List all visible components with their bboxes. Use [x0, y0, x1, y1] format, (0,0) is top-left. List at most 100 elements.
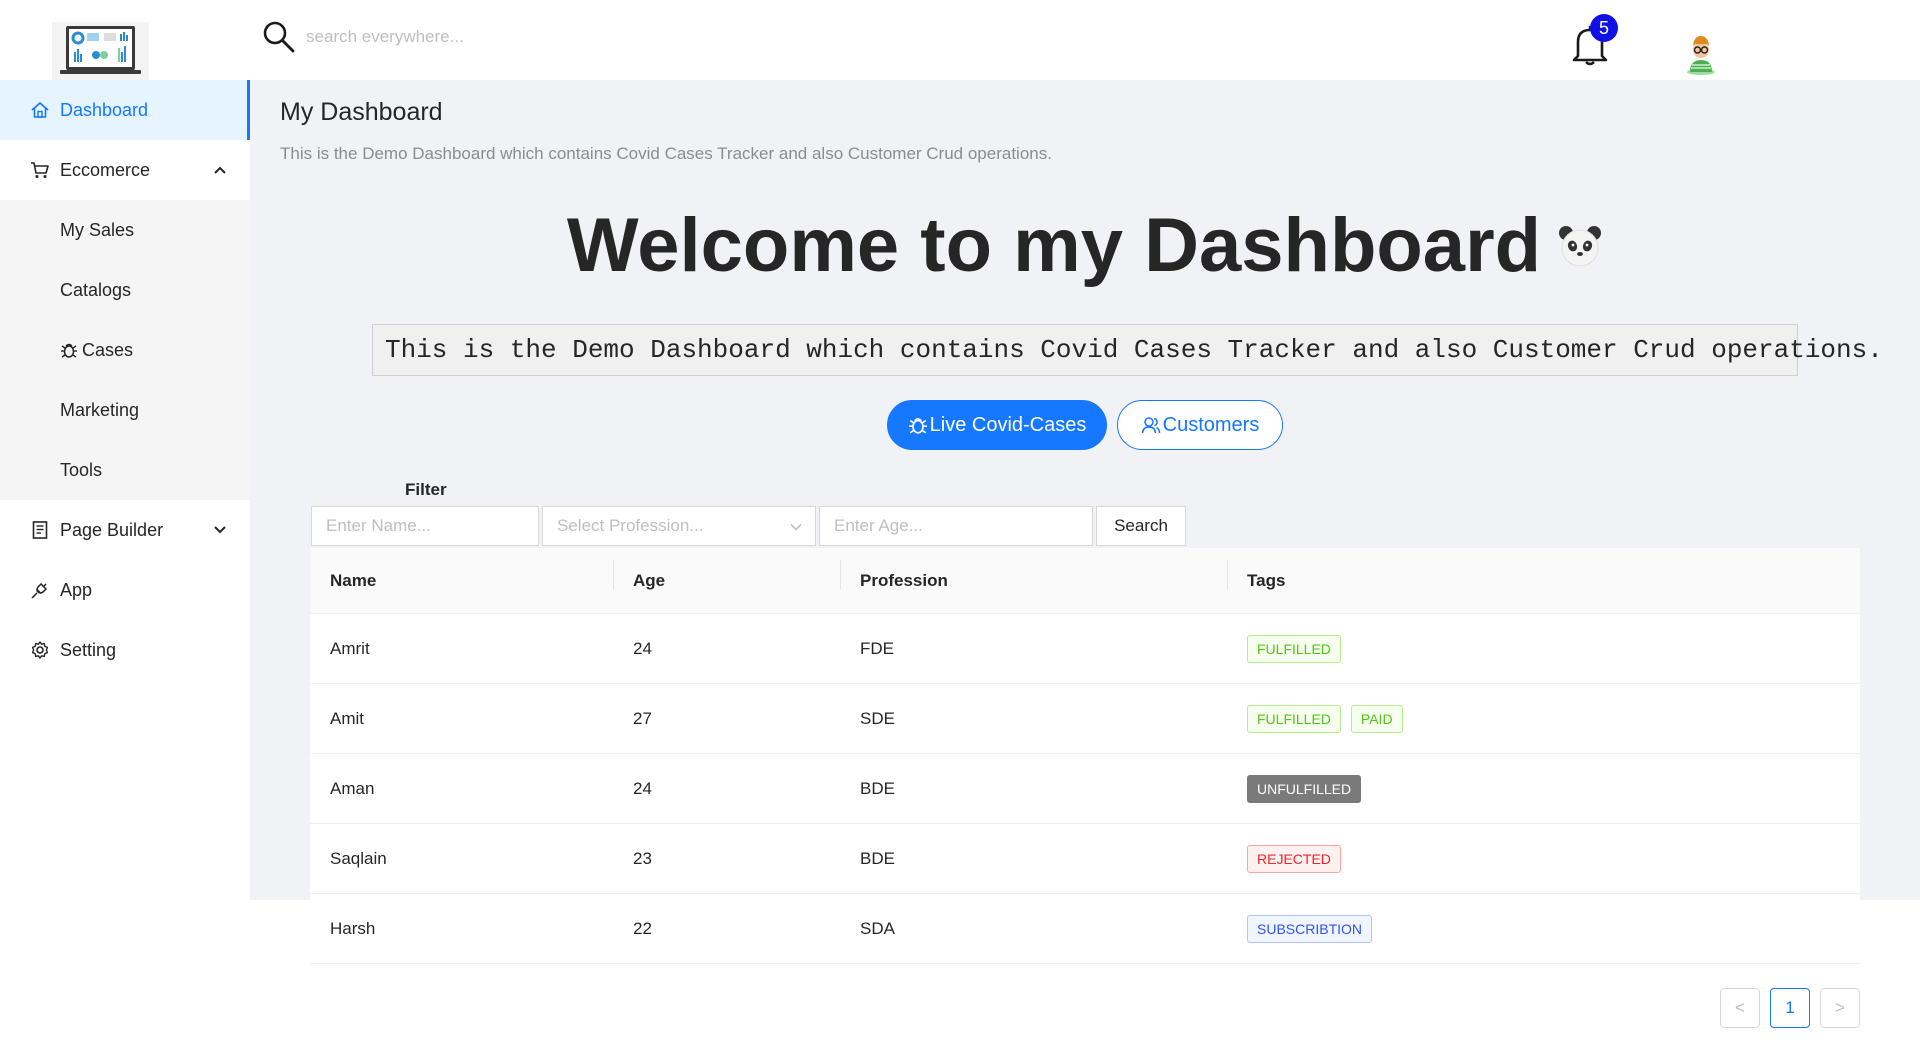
table-row[interactable]: Amit 27 SDE FULFILLED PAID	[310, 684, 1860, 754]
page-description: This is the Demo Dashboard which contain…	[280, 144, 1052, 163]
welcome-heading: Welcome to my Dashboard	[250, 202, 1920, 289]
home-icon	[30, 100, 50, 120]
customers-button[interactable]: Customers	[1117, 400, 1283, 450]
sidebar-item-label: Dashboard	[60, 99, 149, 120]
status-tag: REJECTED	[1247, 844, 1341, 873]
sidebar-item-label: App	[60, 579, 93, 600]
cell-age: 22	[633, 918, 652, 938]
cell-name: Harsh	[330, 918, 376, 938]
table-row[interactable]: Harsh 22 SDA SUBSCRIBTION	[310, 894, 1860, 964]
status-tag: SUBSCRIBTION	[1247, 914, 1373, 943]
profession-select[interactable]: Select Profession...	[542, 506, 816, 546]
notification-badge: 5	[1590, 14, 1618, 42]
cart-icon	[30, 160, 50, 180]
live-covid-cases-button[interactable]: Live Covid-Cases	[887, 400, 1107, 450]
customers-table: Name Age Profession Tags Amrit 24 FDE FU…	[310, 548, 1860, 964]
global-search	[262, 20, 606, 54]
sidebar: Dashboard Eccomerce My Sales Catalogs Ca…	[0, 80, 250, 900]
status-tag: FULFILLED	[1247, 634, 1341, 663]
sidebar-item-tools[interactable]: Tools	[0, 440, 250, 500]
table-row[interactable]: Aman 24 BDE UNFULFILLED	[310, 754, 1860, 824]
sidebar-item-label: My Sales	[60, 219, 135, 240]
demo-description-code: This is the Demo Dashboard which contain…	[372, 324, 1883, 376]
cell-age: 24	[633, 778, 652, 798]
sidebar-item-page-builder[interactable]: Page Builder	[0, 500, 250, 560]
gear-icon	[30, 640, 50, 660]
cell-name: Saqlain	[330, 848, 387, 868]
bug-icon	[908, 415, 928, 435]
sidebar-item-label: Setting	[60, 639, 117, 660]
customers-label: Customers	[1162, 413, 1260, 436]
main-content: My Dashboard This is the Demo Dashboard …	[250, 80, 1920, 964]
chevron-down-icon[interactable]	[212, 522, 228, 538]
table-row[interactable]: Amrit 24 FDE FULFILLED	[310, 614, 1860, 684]
filter-label: Filter	[405, 480, 447, 499]
age-filter-input[interactable]: Enter Age...	[819, 506, 1093, 546]
chevron-down-icon	[790, 523, 802, 531]
sidebar-item-label: Cases	[82, 339, 134, 360]
column-header-age[interactable]: Age	[613, 559, 840, 591]
cell-age: 24	[633, 638, 652, 658]
cell-age: 23	[633, 848, 652, 868]
search-icon[interactable]	[262, 20, 296, 54]
sidebar-item-eccomerce[interactable]: Eccomerce	[0, 140, 250, 200]
table-row[interactable]: Saqlain 23 BDE REJECTED	[310, 824, 1860, 894]
sidebar-item-label: Marketing	[60, 399, 140, 420]
table-header: Name Age Profession Tags	[310, 548, 1860, 614]
next-page-button[interactable]: >	[1820, 988, 1860, 1028]
chevron-up-icon[interactable]	[212, 162, 228, 178]
previous-page-button[interactable]: <	[1720, 988, 1760, 1028]
cell-tags: UNFULFILLED	[1227, 774, 1860, 803]
column-header-profession[interactable]: Profession	[840, 559, 1227, 591]
sidebar-item-setting[interactable]: Setting	[0, 620, 250, 680]
sidebar-item-label: Page Builder	[60, 519, 164, 540]
view-switch-buttons: Live Covid-Cases Customers	[887, 400, 1283, 450]
bug-icon	[60, 341, 78, 359]
live-covid-cases-label: Live Covid-Cases	[929, 413, 1087, 436]
cell-tags: FULFILLED PAID	[1227, 704, 1860, 733]
status-tag: PAID	[1350, 704, 1403, 733]
sidebar-item-marketing[interactable]: Marketing	[0, 380, 250, 440]
sidebar-item-label: Eccomerce	[60, 159, 151, 180]
name-filter-input[interactable]: Enter Name...	[311, 506, 539, 546]
sidebar-item-app[interactable]: App	[0, 560, 250, 620]
page-title: My Dashboard	[280, 98, 443, 126]
cell-age: 27	[633, 708, 652, 728]
column-header-name[interactable]: Name	[310, 571, 613, 591]
users-icon	[1141, 415, 1161, 435]
cell-profession: BDE	[860, 778, 895, 798]
sidebar-item-dashboard[interactable]: Dashboard	[0, 80, 250, 140]
search-input[interactable]	[306, 27, 606, 47]
cell-name: Amit	[330, 708, 364, 728]
cell-profession: BDE	[860, 848, 895, 868]
filter-bar: Enter Name... Select Profession... Enter…	[311, 506, 1186, 546]
sidebar-item-label: Tools	[60, 459, 103, 480]
profession-select-placeholder: Select Profession...	[557, 516, 704, 535]
search-button[interactable]: Search	[1096, 506, 1186, 546]
top-header: 5	[0, 0, 1920, 82]
cell-tags: REJECTED	[1227, 844, 1860, 873]
cell-profession: FDE	[860, 638, 894, 658]
eccomerce-submenu: My Sales Catalogs Cases Marketing Tools	[0, 200, 250, 500]
sidebar-item-my-sales[interactable]: My Sales	[0, 200, 250, 260]
cell-name: Amrit	[330, 638, 370, 658]
status-tag: UNFULFILLED	[1247, 774, 1362, 803]
status-tag: FULFILLED	[1247, 704, 1341, 733]
column-header-tags[interactable]: Tags	[1227, 559, 1860, 591]
cell-tags: FULFILLED	[1227, 634, 1860, 663]
api-icon	[30, 580, 50, 600]
sidebar-item-catalogs[interactable]: Catalogs	[0, 260, 250, 320]
cell-profession: SDA	[860, 918, 895, 938]
pagination: < 1 >	[1720, 988, 1860, 1028]
sidebar-item-label: Catalogs	[60, 279, 132, 300]
welcome-heading-text: Welcome to my Dashboard	[566, 203, 1542, 288]
cell-name: Aman	[330, 778, 375, 798]
panda-icon	[1559, 225, 1602, 266]
file-icon	[30, 520, 50, 540]
sidebar-item-cases[interactable]: Cases	[0, 320, 250, 380]
page-1-button[interactable]: 1	[1770, 988, 1810, 1028]
cell-profession: SDE	[860, 708, 895, 728]
cell-tags: SUBSCRIBTION	[1227, 914, 1860, 943]
dashboard-logo[interactable]	[52, 22, 149, 82]
user-avatar[interactable]	[1684, 32, 1718, 76]
